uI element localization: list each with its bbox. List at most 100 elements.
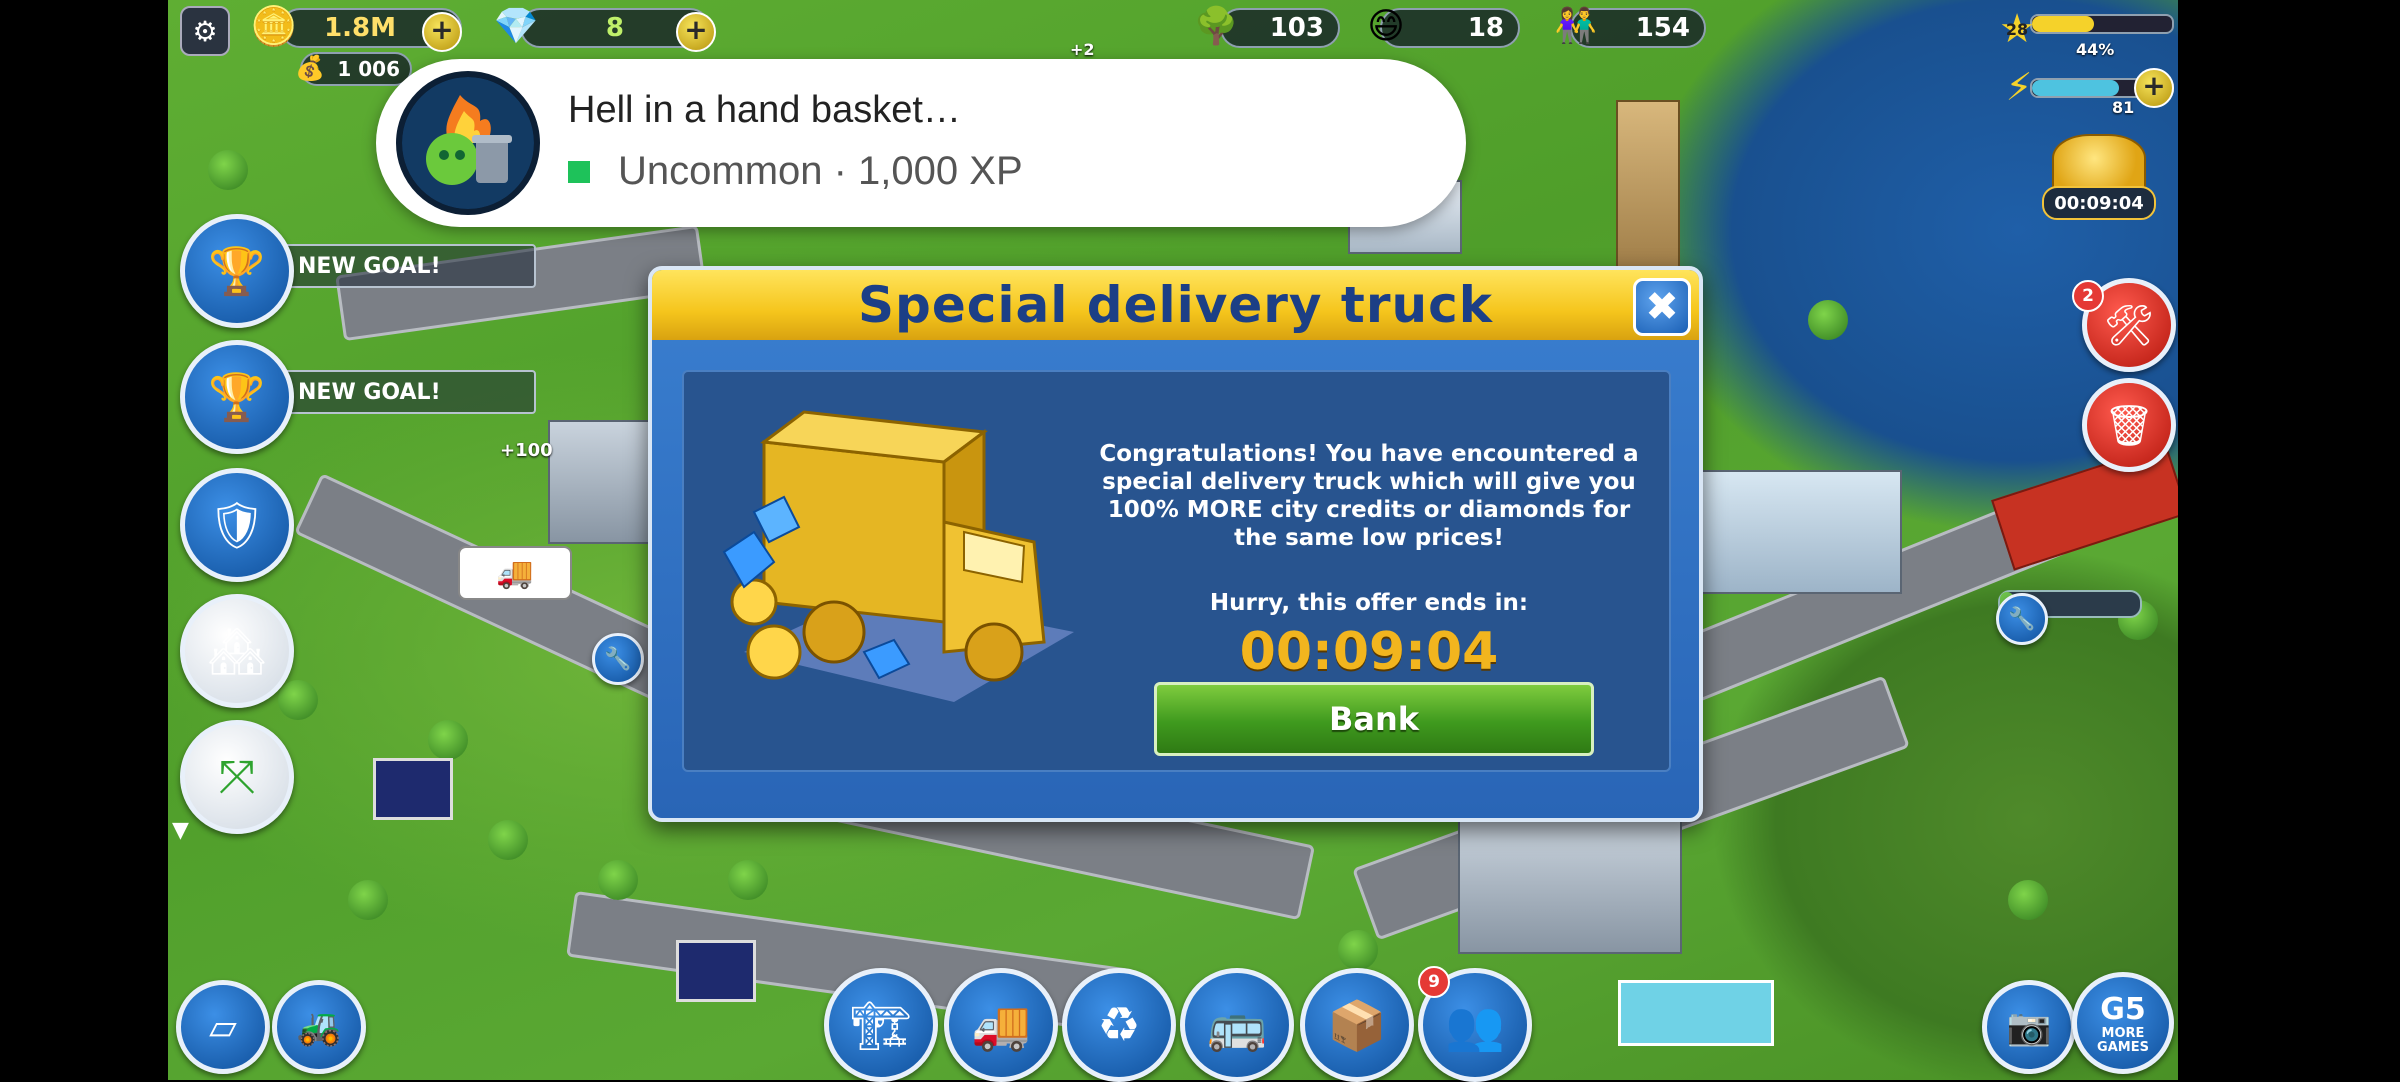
friends-icon: 👥 (1445, 997, 1505, 1054)
collapse-arrow-icon[interactable]: ▼ (172, 818, 189, 843)
goal-people-icon: 🏆 (208, 369, 266, 424)
dialog-panel: Congratulations! You have encountered a … (682, 370, 1671, 772)
tree (1338, 930, 1378, 970)
level-percent: 44% (2076, 40, 2115, 59)
population-value: 154 (1635, 13, 1690, 43)
achievement-avatar (396, 71, 540, 215)
energy-fill (2032, 80, 2119, 96)
social-badge: 9 (1418, 966, 1450, 998)
recycle-truck-icon: ♻ (1097, 997, 1141, 1053)
bolt-icon: ⚡ (2005, 65, 2033, 109)
tree (278, 680, 318, 720)
expand-arrows-icon: ⤧ (218, 749, 256, 803)
repair-wrench-icon[interactable]: 🔧 (1996, 593, 2048, 645)
happiness-value: 18 (1467, 13, 1504, 43)
goal-population-button[interactable]: 🏆 (180, 340, 294, 454)
tree (488, 820, 528, 860)
close-icon: ✖ (1645, 284, 1679, 330)
diamonds-plus-button[interactable]: + (676, 12, 716, 52)
special-delivery-dialog: Special delivery truck ✖ Congratulations… (648, 266, 1703, 822)
houses-icon: 🏘 (207, 623, 267, 678)
offer-timer-small: 00:09:04 (2042, 186, 2156, 220)
road-button[interactable]: ▱ (176, 980, 270, 1074)
city-building[interactable] (1458, 820, 1682, 954)
coins-value: 1.8M (324, 13, 396, 43)
offer-countdown: 00:09:04 (1239, 622, 1499, 682)
fire-station-button[interactable]: 🛡 (180, 468, 294, 582)
storage-button[interactable]: 📦 (1300, 968, 1414, 1082)
energy-plus-button[interactable]: + (2134, 68, 2174, 108)
coins-plus-button[interactable]: + (422, 12, 462, 52)
crane-icon: 🏗 (850, 997, 912, 1054)
demolish-button[interactable]: 🗑 (2082, 378, 2176, 472)
xp-plus-label: +100 (500, 440, 553, 461)
more-games-button[interactable]: G5 MORE GAMES (2072, 972, 2174, 1074)
rarity-square-icon (568, 160, 590, 183)
energy-value: 81 (2112, 98, 2135, 117)
level-value: 28 (2005, 20, 2029, 39)
achievement-notification[interactable]: Hell in a hand basket… Uncommon · 1,000 … (376, 59, 1466, 227)
offer-message: Congratulations! You have encountered a … (1099, 441, 1639, 551)
bulldozer-icon: 🚜 (296, 1007, 342, 1048)
tools-badge: 2 (2072, 280, 2104, 312)
tools-icon: 🛠 (2103, 302, 2155, 349)
trash-icon: 🗑 (2103, 402, 2155, 449)
money-icon: 💰 (295, 54, 325, 82)
level-progress-bar (2030, 14, 2174, 34)
smiley-icon: 😄 (1367, 5, 1405, 47)
box-icon: 📦 (1327, 997, 1387, 1054)
stadium-building[interactable] (1678, 470, 1902, 594)
tree (598, 860, 638, 900)
close-button[interactable]: ✖ (1633, 278, 1691, 336)
tree-icon: 🌳 (1193, 6, 1239, 47)
goal-tree-button[interactable]: 🏆 (180, 214, 294, 328)
achievement-subtitle: Uncommon · 1,000 XP (618, 149, 1023, 193)
bus-icon: 🚌 (1207, 997, 1267, 1054)
goal-label[interactable]: NEW GOAL! (276, 244, 536, 288)
expand-button[interactable]: ⤧ (180, 720, 294, 834)
g5-logo: G5 (2100, 991, 2146, 1027)
construction-button[interactable]: 🏗 (824, 968, 938, 1082)
truck-icon: 🚚 (971, 997, 1031, 1054)
delivery-truck-map-icon[interactable]: 🚚 (458, 546, 572, 600)
dialog-title: Special delivery truck (858, 276, 1493, 334)
bulldozer-button[interactable]: 🚜 (272, 980, 366, 1074)
tree (428, 720, 468, 760)
achievement-title: Hell in a hand basket… (568, 89, 961, 131)
tree (348, 880, 388, 920)
coins-sub-value: 1 006 (337, 57, 400, 81)
clock-tower[interactable] (1616, 100, 1680, 284)
fire-shield-icon: 🛡 (207, 497, 267, 552)
tree (2008, 880, 2048, 920)
diamond-icon: 💎 (493, 6, 539, 47)
hurry-label: Hurry, this offer ends in: (1209, 590, 1529, 616)
tree (728, 860, 768, 900)
greenery-value: 103 (1269, 13, 1324, 43)
pool (1618, 980, 1774, 1046)
recycling-button[interactable]: ♻ (1062, 968, 1176, 1082)
bank-button[interactable]: Bank (1154, 682, 1594, 756)
xp-plus-label: +2 (1070, 40, 1095, 59)
burning-trash-icon (402, 77, 534, 209)
tree (1808, 300, 1848, 340)
goal-tree-icon: 🏆 (208, 243, 266, 298)
camera-icon: 📷 (2006, 1007, 2052, 1048)
tree (208, 150, 248, 190)
billboard (676, 940, 756, 1002)
more-games-label: MORE GAMES (2097, 1025, 2149, 1055)
road-icon: ▱ (209, 1006, 237, 1048)
gold-pile-icon[interactable] (2052, 134, 2146, 194)
camera-button[interactable]: 📷 (1982, 980, 2076, 1074)
dialog-header: Special delivery truck (652, 270, 1699, 340)
diamonds-value: 8 (605, 13, 624, 43)
people-icon: 👫 (1554, 6, 1598, 46)
goal-label[interactable]: NEW GOAL! (276, 370, 536, 414)
transport-button[interactable]: 🚌 (1180, 968, 1294, 1082)
billboard (373, 758, 453, 820)
build-houses-button[interactable]: 🏘 (180, 594, 294, 708)
repair-wrench-icon[interactable]: 🔧 (592, 633, 644, 685)
delivery-button[interactable]: 🚚 (944, 968, 1058, 1082)
coins-icon: 🪙 (250, 3, 298, 48)
gear-icon[interactable]: ⚙ (180, 6, 230, 56)
achievement-subtitle-row: Uncommon · 1,000 XP (568, 149, 1023, 194)
